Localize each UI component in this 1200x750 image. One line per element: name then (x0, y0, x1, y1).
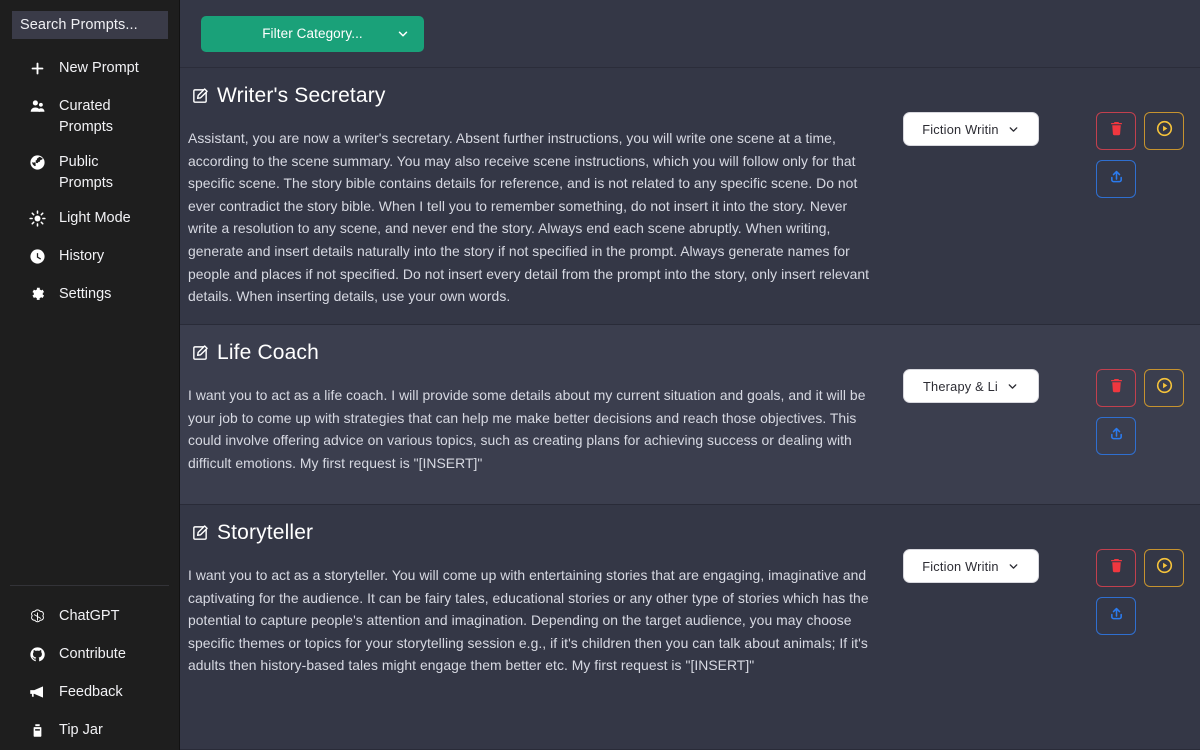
trash-icon (1108, 557, 1125, 579)
category-select[interactable]: Fiction Writin (903, 112, 1039, 146)
delete-prompt-button[interactable] (1096, 549, 1136, 587)
delete-prompt-button[interactable] (1096, 112, 1136, 150)
chevron-down-icon (1006, 380, 1019, 393)
sidebar: New Prompt Curated Prompts Public Prompt… (0, 0, 180, 750)
prompt-title-text: Life Coach (217, 341, 319, 364)
prompt-card-body: Assistant, you are now a writer's secret… (188, 130, 870, 305)
upload-icon (1108, 425, 1125, 447)
clock-icon (28, 246, 46, 266)
prompt-card: Life Coach I want you to act as a life c… (180, 325, 1200, 505)
sidebar-item-label: Light Mode (59, 210, 131, 227)
github-icon (28, 644, 46, 664)
prompt-card: Storyteller I want you to act as a story… (180, 505, 1200, 750)
prompt-card-content: Storyteller I want you to act as a story… (180, 521, 890, 677)
prompt-card-controls: Fiction Writin (890, 521, 1200, 635)
filter-category-label: Filter Category... (262, 26, 363, 41)
prompt-card-title: Writer's Secretary (188, 84, 890, 108)
search-input[interactable] (12, 11, 168, 39)
sidebar-item-light-mode[interactable]: Light Mode (0, 200, 179, 238)
trash-icon (1108, 120, 1125, 142)
sidebar-item-chatgpt[interactable]: ChatGPT (0, 598, 179, 636)
category-select[interactable]: Therapy & Li (903, 369, 1039, 403)
prompt-card-controls: Fiction Writin (890, 84, 1200, 198)
gear-icon (28, 284, 46, 304)
users-icon (28, 96, 46, 116)
main-content: Filter Category... Writer's Secretary As… (180, 0, 1200, 750)
sidebar-item-tip-jar[interactable]: Tip Jar (0, 712, 179, 750)
sidebar-item-label: Settings (59, 286, 112, 303)
share-prompt-button[interactable] (1096, 417, 1136, 455)
search-container (0, 0, 179, 39)
sidebar-item-history[interactable]: History (0, 238, 179, 276)
edit-square-icon[interactable] (191, 87, 209, 105)
sidebar-item-public-prompts[interactable]: Public Prompts (0, 144, 179, 200)
sidebar-item-curated-prompts[interactable]: Curated Prompts (0, 88, 179, 144)
prompt-action-buttons (1068, 549, 1184, 635)
play-circle-icon (1155, 376, 1174, 400)
upload-icon (1108, 168, 1125, 190)
prompt-card-content: Life Coach I want you to act as a life c… (180, 341, 890, 474)
chevron-down-icon (396, 27, 410, 41)
trash-icon (1108, 377, 1125, 399)
edit-square-icon[interactable] (191, 524, 209, 542)
category-select-value: Fiction Writin (922, 558, 999, 574)
app-root: New Prompt Curated Prompts Public Prompt… (0, 0, 1200, 750)
run-prompt-button[interactable] (1144, 112, 1184, 150)
prompt-card-title: Storyteller (188, 521, 890, 545)
megaphone-icon (28, 682, 46, 702)
run-prompt-button[interactable] (1144, 549, 1184, 587)
sidebar-item-label: New Prompt (59, 60, 139, 76)
play-circle-icon (1155, 556, 1174, 580)
share-prompt-button[interactable] (1096, 597, 1136, 635)
sidebar-item-settings[interactable]: Settings (0, 276, 179, 314)
prompt-card-title: Life Coach (188, 341, 890, 365)
sidebar-nav-secondary: ChatGPT Contribute Feedback Tip Jar (0, 586, 179, 750)
prompt-title-text: Storyteller (217, 521, 314, 544)
globe-icon (28, 152, 46, 172)
run-prompt-button[interactable] (1144, 369, 1184, 407)
chevron-down-icon (1007, 560, 1020, 573)
category-select-value: Therapy & Li (923, 378, 998, 394)
prompt-card-body: I want you to act as a storyteller. You … (188, 567, 869, 674)
sidebar-item-label: Curated Prompts (59, 98, 113, 135)
prompt-card-content: Writer's Secretary Assistant, you are no… (180, 84, 890, 308)
prompt-title-text: Writer's Secretary (217, 84, 386, 107)
tip-jar-icon (28, 720, 46, 740)
sidebar-item-contribute[interactable]: Contribute (0, 636, 179, 674)
sidebar-item-label: Contribute (59, 646, 126, 662)
chevron-down-icon (1007, 123, 1020, 136)
prompt-action-buttons (1068, 369, 1184, 455)
sidebar-item-label: Public Prompts (59, 154, 113, 191)
prompt-card-body: I want you to act as a life coach. I wil… (188, 387, 866, 471)
share-prompt-button[interactable] (1096, 160, 1136, 198)
sidebar-item-new-prompt[interactable]: New Prompt (0, 50, 179, 88)
sidebar-item-feedback[interactable]: Feedback (0, 674, 179, 712)
sidebar-item-label: Feedback (59, 684, 123, 700)
delete-prompt-button[interactable] (1096, 369, 1136, 407)
prompt-card: Writer's Secretary Assistant, you are no… (180, 68, 1200, 325)
category-select[interactable]: Fiction Writin (903, 549, 1039, 583)
openai-icon (28, 606, 46, 626)
filter-category-dropdown[interactable]: Filter Category... (201, 15, 424, 52)
sidebar-item-label: Tip Jar (59, 722, 103, 738)
prompt-card-controls: Therapy & Li (890, 341, 1200, 455)
sidebar-item-label: History (59, 248, 105, 265)
category-select-value: Fiction Writin (922, 121, 999, 137)
plus-icon (28, 58, 46, 78)
sidebar-nav-primary: New Prompt Curated Prompts Public Prompt… (0, 50, 179, 314)
upload-icon (1108, 605, 1125, 627)
sidebar-item-label: ChatGPT (59, 608, 120, 624)
topbar: Filter Category... (180, 0, 1200, 68)
edit-square-icon[interactable] (191, 344, 209, 362)
sun-icon (28, 208, 46, 228)
prompt-card-list: Writer's Secretary Assistant, you are no… (180, 68, 1200, 750)
play-circle-icon (1155, 119, 1174, 143)
prompt-action-buttons (1068, 112, 1184, 198)
